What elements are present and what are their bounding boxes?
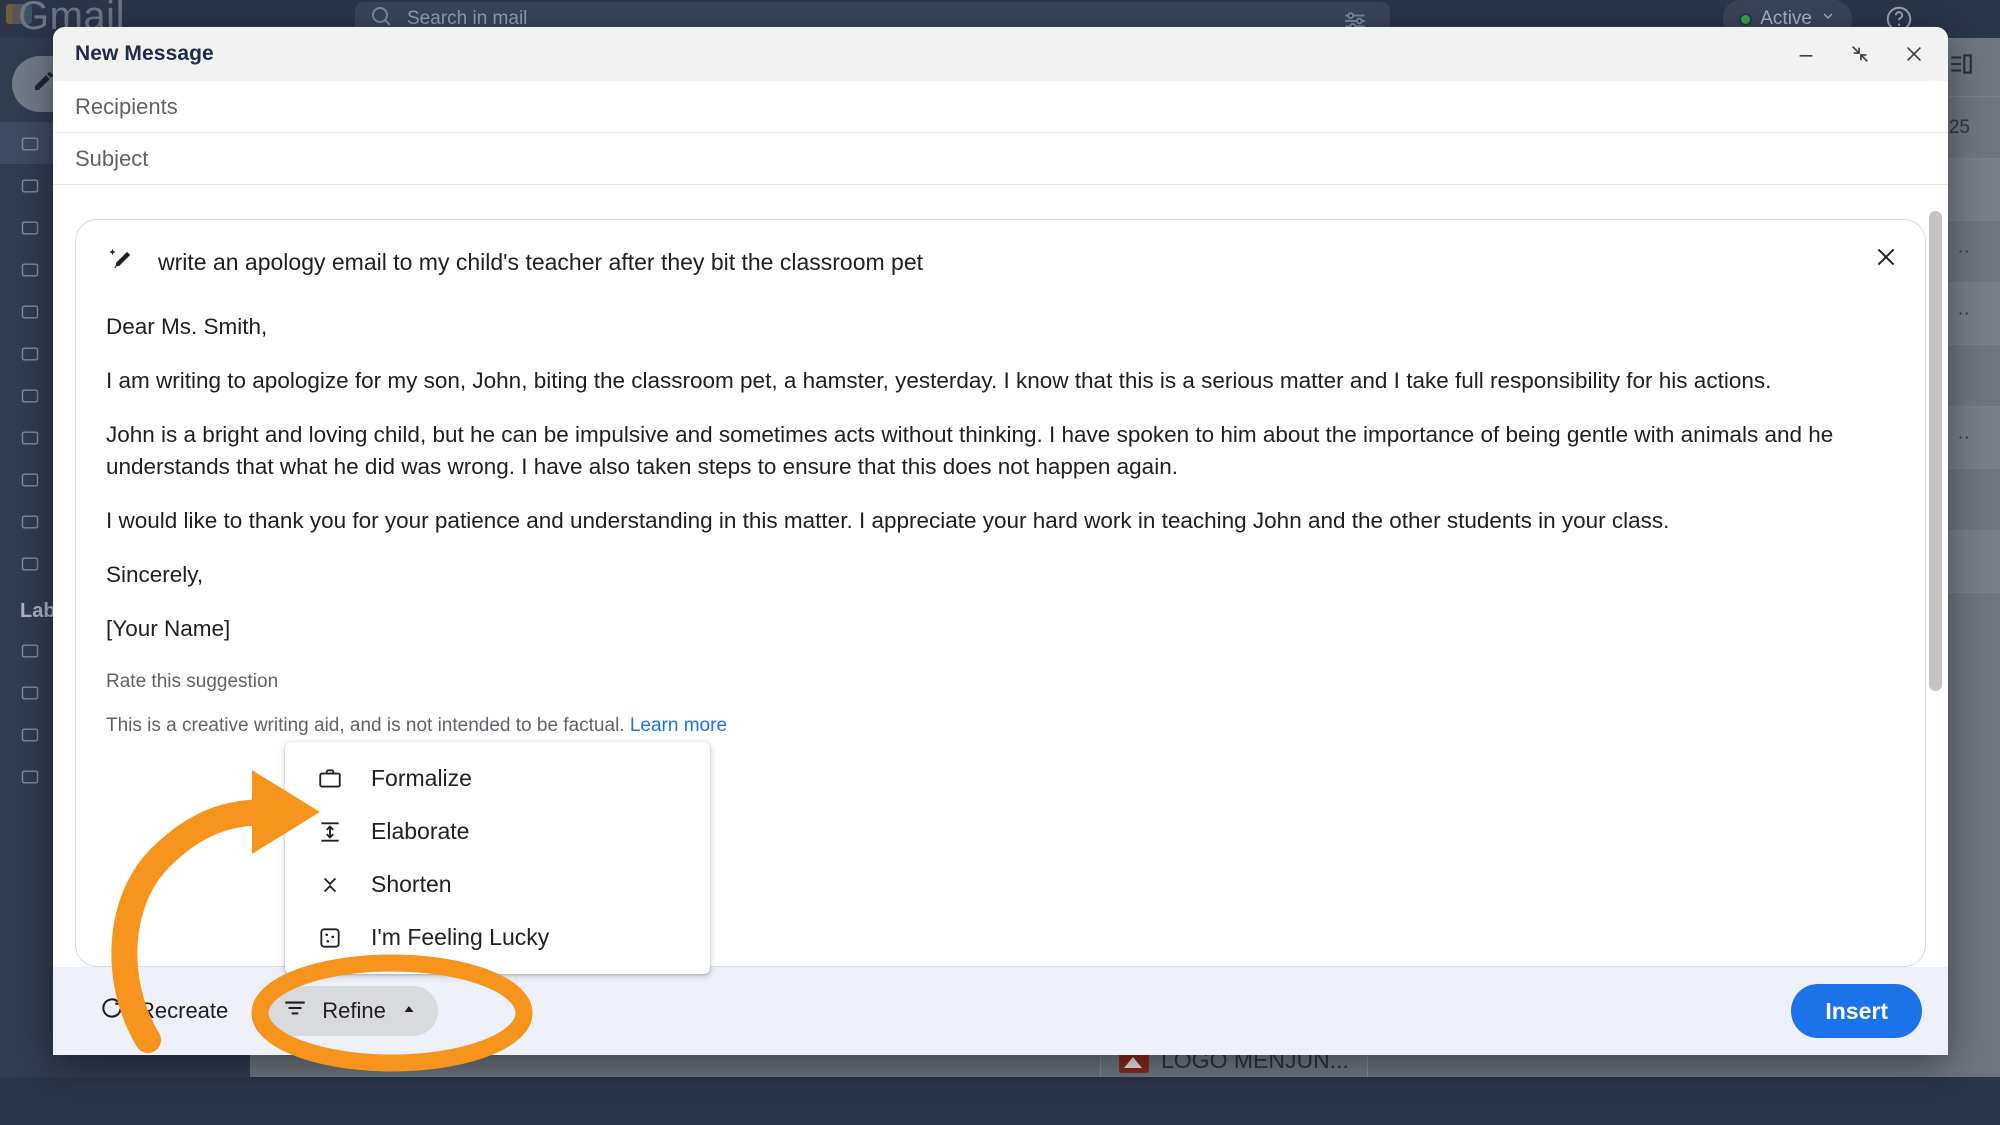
refine-dropdown-menu: Formalize Elaborate Shorten I'm Feeling Luc… <box>285 742 710 974</box>
status-dot-icon <box>1739 12 1753 26</box>
subject-field[interactable]: Subject <box>53 133 1948 185</box>
label-tag-icon <box>20 767 40 785</box>
compose-window-controls <box>1794 42 1926 66</box>
insert-button[interactable]: Insert <box>1791 984 1922 1038</box>
suggestion-paragraph: John is a bright and loving child, but h… <box>106 421 1834 479</box>
suggestion-prompt-row: write an apology email to my child's tea… <box>106 246 1895 281</box>
draft-icon <box>20 260 40 278</box>
learn-more-link[interactable]: Learn more <box>630 715 727 736</box>
minimize-icon[interactable] <box>1794 42 1818 66</box>
suggestion-body[interactable]: Dear Ms. Smith, I am writing to apologize… <box>106 311 1895 645</box>
clock-icon <box>20 176 40 194</box>
refine-menu-item-i-m-feeling-lucky[interactable]: I'm Feeling Lucky <box>285 911 710 964</box>
compose-scrollbar[interactable] <box>1929 211 1942 691</box>
label-tag-icon <box>20 683 40 701</box>
send-icon <box>20 218 40 236</box>
refine-menu-item-label: I'm Feeling Lucky <box>371 924 550 950</box>
row-overflow-icon[interactable]: ·· <box>1957 241 1970 263</box>
info-icon <box>20 428 40 446</box>
row-overflow-icon[interactable]: ·· <box>1957 427 1970 449</box>
refresh-icon <box>99 995 125 1027</box>
label-tag-icon <box>20 725 40 743</box>
refine-menu-item-label: Shorten <box>371 871 452 897</box>
briefcase-icon <box>317 766 343 792</box>
compose-title: New Message <box>75 42 214 65</box>
expand-vertical-icon <box>317 819 343 845</box>
tune-lines-icon <box>282 995 308 1027</box>
refine-label: Refine <box>322 998 386 1023</box>
refine-menu-item-elaborate[interactable]: Elaborate <box>285 805 710 858</box>
collapse-vertical-icon <box>317 872 343 898</box>
refine-menu-item-label: Formalize <box>371 765 472 791</box>
suggestion-paragraph: Dear Ms. Smith, <box>106 314 268 339</box>
suggestion-toolbar: Recreate Refine Insert <box>53 967 1948 1055</box>
recipients-field[interactable]: Recipients <box>53 81 1948 133</box>
suggestion-prompt-text: write an apology email to my child's tea… <box>158 249 924 275</box>
rate-suggestion-label[interactable]: Rate this suggestion <box>106 671 1895 693</box>
insert-label: Insert <box>1825 997 1888 1024</box>
calendar-icon <box>20 344 40 362</box>
people-icon <box>20 386 40 404</box>
caret-up-icon <box>400 998 418 1024</box>
tag-icon <box>20 512 40 530</box>
suggestion-paragraph: [Your Name] <box>106 615 231 641</box>
disclaimer-row: This is a creative writing aid, and is n… <box>106 715 1895 737</box>
magic-pencil-icon <box>106 246 136 281</box>
dice-icon <box>317 925 343 951</box>
label-tag-icon <box>20 641 40 659</box>
refine-menu-item-label: Elaborate <box>371 818 470 844</box>
exit-fullscreen-icon[interactable] <box>1848 42 1872 66</box>
recipients-placeholder: Recipients <box>75 93 178 119</box>
list-density-icon[interactable] <box>1948 51 1974 83</box>
close-icon[interactable] <box>1902 42 1926 66</box>
suggestion-paragraph: I am writing to apologize for my son, Jo… <box>106 367 1772 393</box>
refine-menu-item-shorten[interactable]: Shorten <box>285 858 710 911</box>
suggestion-paragraph: I would like to thank you for your patie… <box>106 507 1670 533</box>
row-overflow-icon[interactable]: ·· <box>1957 303 1970 325</box>
refine-button[interactable]: Refine <box>262 986 438 1036</box>
chevron-down-icon <box>20 554 40 572</box>
forum-icon <box>20 470 40 488</box>
close-icon[interactable] <box>1873 244 1899 275</box>
refine-menu-item-formalize[interactable]: Formalize <box>285 752 710 805</box>
recreate-button[interactable]: Recreate <box>79 986 248 1036</box>
spam-icon <box>20 302 40 320</box>
suggestion-footer: Rate this suggestion This is a creative … <box>106 671 1895 737</box>
compose-header: New Message <box>53 27 1948 81</box>
subject-placeholder: Subject <box>75 145 149 171</box>
recreate-label: Recreate <box>139 998 229 1023</box>
suggestion-paragraph: Sincerely, <box>106 561 204 587</box>
disclaimer-text: This is a creative writing aid, and is n… <box>106 714 625 736</box>
gmail-bottom-bar <box>0 1077 2000 1125</box>
inbox-icon <box>20 134 40 152</box>
